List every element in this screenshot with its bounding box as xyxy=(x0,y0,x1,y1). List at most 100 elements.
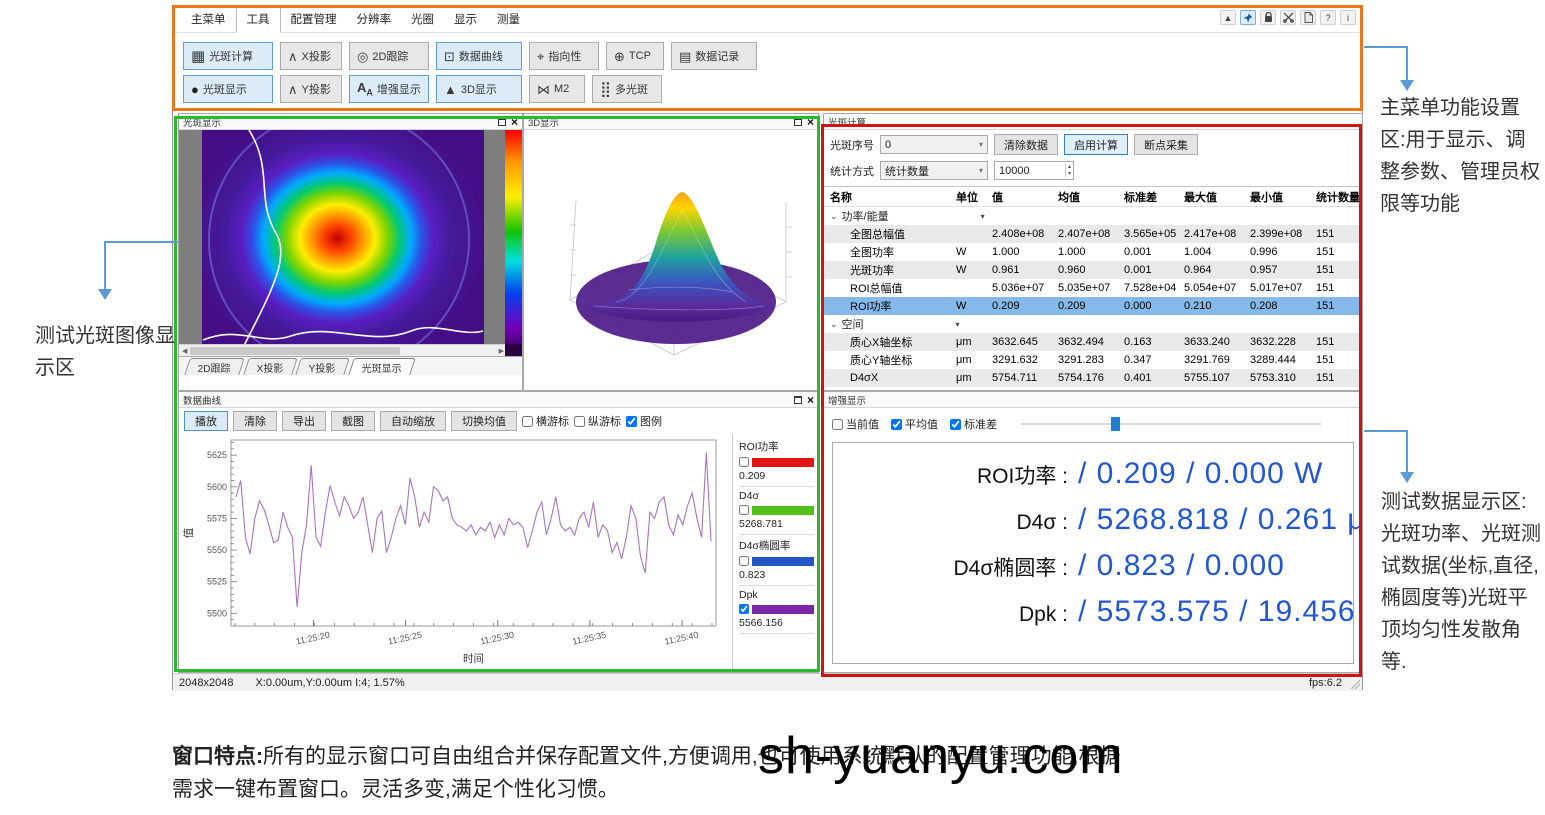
curve-button-自动缩放[interactable]: 自动缩放 xyxy=(380,411,446,431)
checkbox[interactable] xyxy=(522,416,533,427)
tab-光斑显示[interactable]: 光斑显示 xyxy=(348,358,416,375)
toolbar-button-TCP[interactable]: ⊕TCP xyxy=(606,42,664,70)
enhanced-checkbox-平均值[interactable]: 平均值 xyxy=(891,416,938,432)
table-row[interactable]: ROI总幅值5.036e+075.035e+077.528e+045.054e+… xyxy=(824,279,1362,297)
resolution-text: 2048x2048 xyxy=(179,677,233,689)
clear-data-button[interactable]: 清除数据 xyxy=(994,134,1058,155)
scissors-icon[interactable] xyxy=(1280,10,1296,25)
table-row[interactable]: ROI功率W0.2090.2090.0000.2100.208151 xyxy=(824,297,1362,315)
close-icon[interactable]: × xyxy=(807,394,814,406)
table-group-row[interactable]: ⌄空间▾ xyxy=(824,315,1362,333)
horizontal-scrollbar[interactable]: ◀ ▶ xyxy=(179,344,507,356)
tab-X投影[interactable]: X投影 xyxy=(243,358,297,375)
toolbar-button-X投影[interactable]: ∧X投影 xyxy=(280,42,342,70)
checkbox[interactable] xyxy=(891,419,902,430)
slider-handle[interactable] xyxy=(1111,417,1120,431)
toolbar-button-多光斑[interactable]: ⣿多光斑 xyxy=(592,75,662,103)
menu-item-主菜单[interactable]: 主菜单 xyxy=(181,7,236,32)
legend-checkbox[interactable] xyxy=(739,505,749,515)
svg-text:5525: 5525 xyxy=(207,577,227,587)
legend-checkbox[interactable] xyxy=(739,604,749,614)
pin-icon[interactable] xyxy=(1240,10,1256,25)
checkbox[interactable] xyxy=(574,416,585,427)
table-row[interactable]: D4σXμm5754.7115754.1760.4015755.1075753.… xyxy=(824,369,1362,387)
legend-checkbox[interactable] xyxy=(739,457,749,467)
menu-bar: 主菜单工具配置管理分辨率光圈显示测量 xyxy=(173,6,1362,33)
table-row[interactable]: 光斑功率W0.9610.9600.0010.9640.957151 xyxy=(824,261,1362,279)
info-icon[interactable]: i xyxy=(1340,10,1356,25)
curve-checkbox-图例[interactable]: 图例 xyxy=(626,413,662,429)
readout-label: D4σ : xyxy=(833,511,1068,535)
toolbar-button-光斑显示[interactable]: ●光斑显示 xyxy=(183,75,273,103)
toolbar-button-3D显示[interactable]: ▲3D显示 xyxy=(436,75,522,103)
float-icon[interactable] xyxy=(498,118,506,126)
enable-calc-button[interactable]: 启用计算 xyxy=(1064,134,1128,155)
toolbar-button-增强显示[interactable]: AA增强显示 xyxy=(349,75,429,103)
toolbar-button-Y投影[interactable]: ∧Y投影 xyxy=(280,75,342,103)
curve-button-清除[interactable]: 清除 xyxy=(233,411,277,431)
menu-item-显示[interactable]: 显示 xyxy=(444,7,487,32)
curve-checkbox-横游标[interactable]: 横游标 xyxy=(522,413,569,429)
menu-item-分辨率[interactable]: 分辨率 xyxy=(347,7,402,32)
column-header: 统计数量 xyxy=(1316,189,1362,205)
menu-item-配置管理[interactable]: 配置管理 xyxy=(281,7,347,32)
curve-legend: ROI功率0.209D4σ5268.781D4σ椭圆率0.823Dpk5566.… xyxy=(732,434,818,673)
seq-select[interactable]: 0▾ xyxy=(880,135,988,154)
toolbar-button-数据记录[interactable]: ▤数据记录 xyxy=(671,42,757,70)
close-icon[interactable]: × xyxy=(511,116,518,128)
stat-select[interactable]: 统计数量▾ xyxy=(880,161,988,180)
document-icon[interactable] xyxy=(1300,10,1316,25)
enhanced-checkbox-标准差[interactable]: 标准差 xyxy=(950,416,997,432)
checkbox[interactable] xyxy=(832,419,843,430)
seq-label: 光斑序号 xyxy=(830,137,874,153)
data-curve-chart: 55005525555055755600562511:25:2011:25:25… xyxy=(179,434,732,673)
toolbar-button-2D跟踪[interactable]: ◎2D跟踪 xyxy=(349,42,429,70)
count-spinner[interactable]: 10000 ▴▾ xyxy=(994,161,1074,180)
spinner-arrows-icon[interactable]: ▴▾ xyxy=(1065,164,1073,177)
collapse-icon[interactable]: ▲ xyxy=(1220,10,1236,25)
curve-button-播放[interactable]: 播放 xyxy=(184,411,228,431)
table-group-row[interactable]: ⌄功率/能量▾ xyxy=(824,207,1362,225)
checkbox[interactable] xyxy=(950,419,961,430)
curve-button-切换均值[interactable]: 切换均值 xyxy=(451,411,517,431)
curve-button-导出[interactable]: 导出 xyxy=(282,411,326,431)
checkbox[interactable] xyxy=(626,416,637,427)
toolbar-button-光斑计算[interactable]: ▦光斑计算 xyxy=(183,42,273,70)
legend-checkbox[interactable] xyxy=(739,556,749,566)
panel-title: 光斑计算 xyxy=(828,115,866,129)
tab-Y投影[interactable]: Y投影 xyxy=(296,358,350,375)
tab-2D跟踪[interactable]: 2D跟踪 xyxy=(184,358,244,375)
menu-item-测量[interactable]: 测量 xyxy=(487,7,530,32)
curve-button-截图[interactable]: 截图 xyxy=(331,411,375,431)
table-row[interactable]: 质心X轴坐标μm3632.6453632.4940.1633633.240363… xyxy=(824,333,1362,351)
readout-value: / 0.209 / 0.000 W xyxy=(1068,457,1323,491)
scrollbar-thumb[interactable] xyxy=(190,347,400,355)
chevron-down-icon: ▾ xyxy=(979,140,983,149)
table-row[interactable]: 质心Y轴坐标μm3291.6323291.2830.3473291.769328… xyxy=(824,351,1362,369)
spot-display-tabs: 2D跟踪 X投影 Y投影光斑显示 xyxy=(179,356,523,375)
enhanced-checkbox-当前值[interactable]: 当前值 xyxy=(832,416,879,432)
table-row[interactable]: 全图总幅值2.408e+082.407e+083.565e+052.417e+0… xyxy=(824,225,1362,243)
menu-item-工具[interactable]: 工具 xyxy=(236,6,281,33)
enhanced-slider[interactable] xyxy=(1021,417,1321,431)
breakpoint-button[interactable]: 断点采集 xyxy=(1134,134,1198,155)
close-icon[interactable]: × xyxy=(807,116,814,128)
legend-item: ROI功率0.209 xyxy=(739,436,814,487)
toolbar-button-数据曲线[interactable]: ⊡数据曲线 xyxy=(436,42,522,70)
toolbar-button-指向性[interactable]: ⌖指向性 xyxy=(529,42,599,70)
legend-name: Dpk xyxy=(739,589,814,601)
resize-grip[interactable] xyxy=(1350,679,1360,689)
svg-text:11:25:30: 11:25:30 xyxy=(479,630,515,647)
menu-item-光圈[interactable]: 光圈 xyxy=(401,7,444,32)
column-header: 均值 xyxy=(1058,189,1124,205)
curve-checkbox-纵游标[interactable]: 纵游标 xyxy=(574,413,621,429)
toolbar-button-M2[interactable]: ⋈M2 xyxy=(529,75,585,103)
right-bottom-annotation: 测试数据显示区:光斑功率、光斑测试数据(坐标,直径,椭圆度等)光斑平顶均匀性发散… xyxy=(1381,486,1545,678)
float-icon[interactable] xyxy=(794,396,802,404)
svg-text:11:25:25: 11:25:25 xyxy=(387,630,423,647)
table-row[interactable]: 全图功率W1.0001.0000.0011.0040.996151 xyxy=(824,243,1362,261)
tab-label: X投影 xyxy=(257,360,284,375)
float-icon[interactable] xyxy=(794,118,802,126)
lock-icon[interactable] xyxy=(1260,10,1276,25)
help-icon[interactable]: ? xyxy=(1320,10,1336,25)
